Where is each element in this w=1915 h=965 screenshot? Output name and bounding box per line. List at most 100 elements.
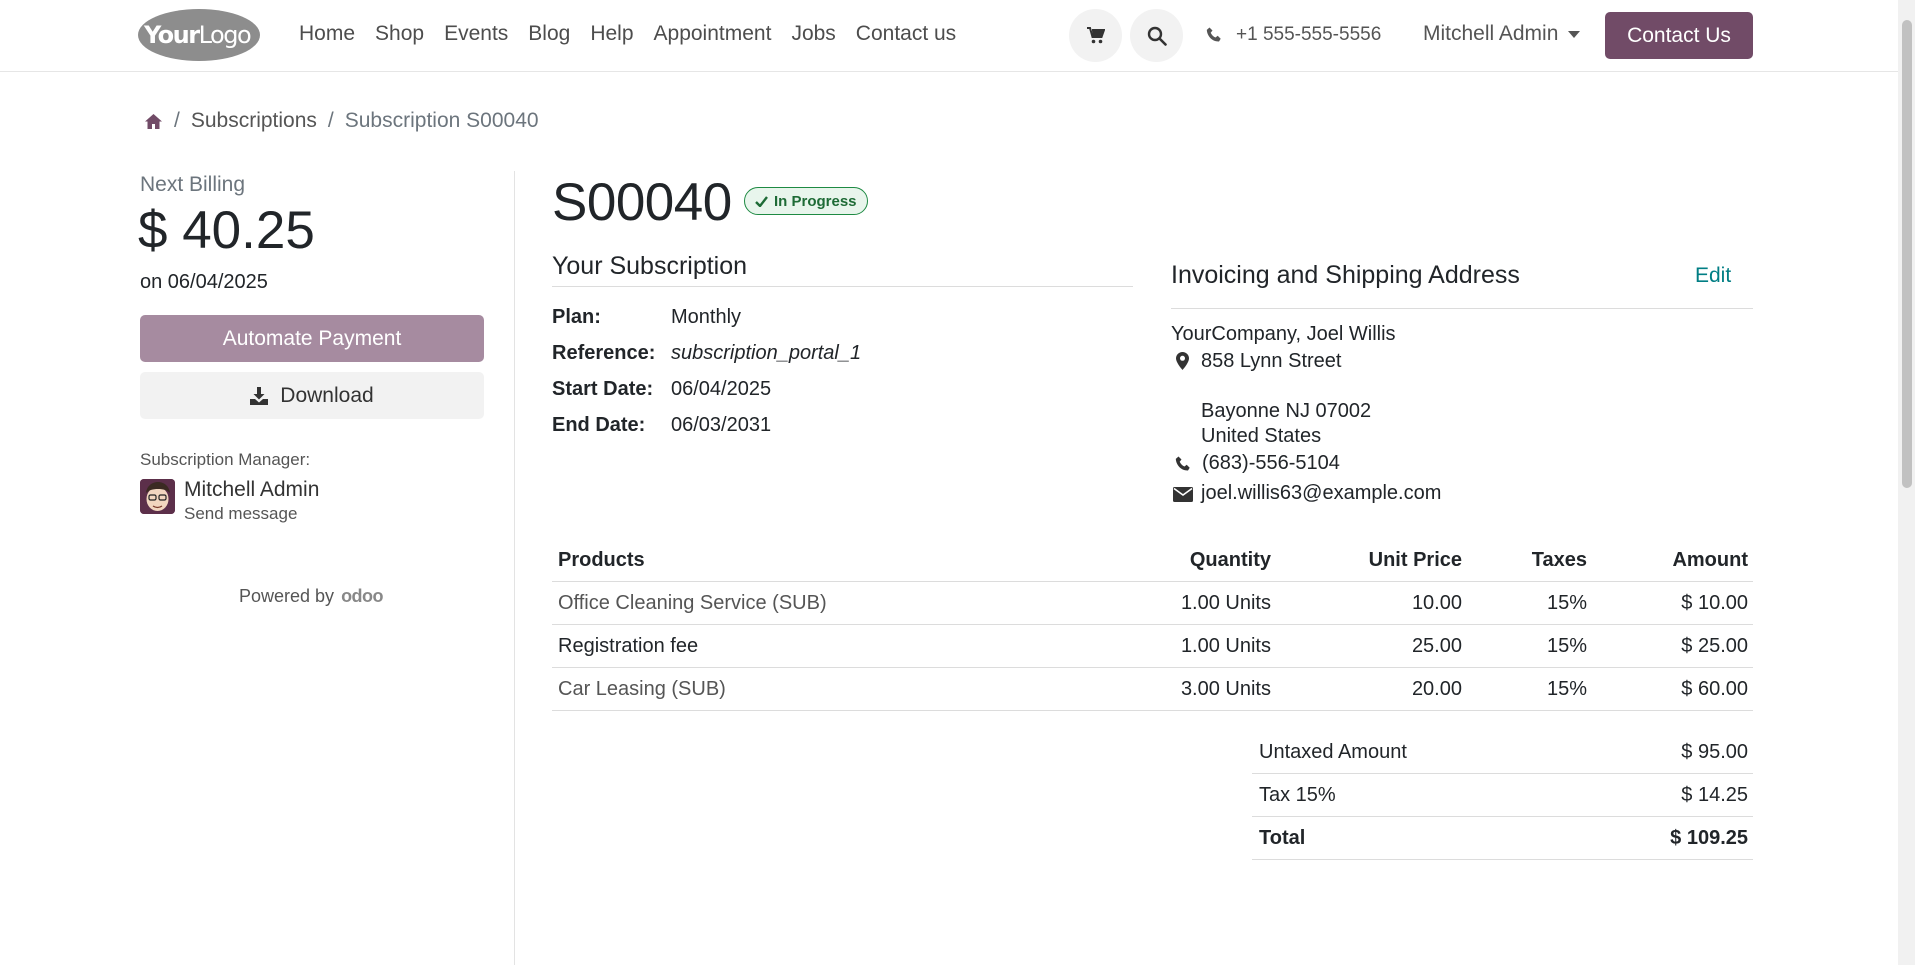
your-subscription-heading: Your Subscription: [552, 252, 748, 280]
subscription-manager-label: Subscription Manager:: [140, 450, 311, 469]
nav-appointment[interactable]: Appointment: [654, 22, 772, 46]
total-label: Total: [1259, 827, 1306, 849]
product-quantity: 3.00 Units: [1180, 678, 1271, 700]
next-billing-label: Next Billing: [140, 173, 246, 196]
nav-contact-us[interactable]: Contact us: [856, 22, 956, 46]
phone-icon: [1206, 27, 1221, 42]
user-menu[interactable]: Mitchell Admin: [1423, 22, 1581, 46]
powered-by: Powered by odoo: [239, 586, 384, 607]
edit-address-link[interactable]: Edit: [1695, 264, 1731, 288]
search-button[interactable]: [1130, 9, 1183, 62]
phone-icon: [1175, 456, 1190, 471]
address-country: United States: [1201, 425, 1322, 447]
logo-text-bold: Your: [144, 21, 200, 49]
totals-divider: [1252, 859, 1753, 860]
product-quantity: 1.00 Units: [1180, 592, 1271, 614]
breadcrumb-current: Subscription S00040: [344, 109, 539, 132]
product-name: Registration fee: [558, 635, 699, 657]
next-billing-date: on 06/04/2025: [140, 271, 268, 293]
status-badge: In Progress: [744, 187, 868, 215]
scrollbar-thumb[interactable]: [1902, 20, 1912, 488]
header-phone[interactable]: +1 555-555-5556: [1206, 24, 1381, 46]
breadcrumb: / Subscriptions / Subscription S00040: [144, 109, 539, 133]
nav-home[interactable]: Home: [299, 22, 355, 46]
product-tax: 15%: [1546, 592, 1587, 614]
product-tax: 15%: [1546, 678, 1587, 700]
nav-help[interactable]: Help: [590, 22, 633, 46]
column-divider: [514, 171, 515, 965]
nav-events[interactable]: Events: [444, 22, 508, 46]
subscription-number: S00040: [552, 173, 732, 232]
contact-us-button[interactable]: Contact Us: [1605, 12, 1753, 59]
breadcrumb-separator: /: [327, 109, 334, 132]
end-date-value: 06/03/2031: [671, 414, 772, 436]
address-phone: (683)-556-5104: [1202, 452, 1340, 474]
product-unit-price: 20.00: [1411, 678, 1462, 700]
breadcrumb-subscriptions[interactable]: Subscriptions: [191, 109, 317, 133]
address-heading: Invoicing and Shipping Address: [1171, 261, 1520, 289]
untaxed-amount-label: Untaxed Amount: [1259, 741, 1407, 763]
product-tax: 15%: [1546, 635, 1587, 657]
automate-payment-button[interactable]: Automate Payment: [140, 315, 484, 362]
address-street: 858 Lynn Street: [1201, 350, 1342, 372]
check-icon: [755, 195, 768, 207]
start-date-label: Start Date:: [552, 378, 654, 400]
download-icon: [250, 386, 269, 405]
nav-jobs[interactable]: Jobs: [791, 22, 835, 46]
end-date-label: End Date:: [552, 414, 646, 436]
download-button[interactable]: Download: [140, 372, 484, 419]
divider: [552, 286, 1133, 287]
product-unit-price: 25.00: [1411, 635, 1462, 657]
untaxed-amount-value: $ 95.00: [1681, 741, 1748, 763]
product-name[interactable]: Car Leasing (SUB): [558, 678, 726, 701]
address-email[interactable]: joel.willis63@example.com: [1201, 482, 1441, 505]
quantity-header: Quantity: [1189, 549, 1271, 571]
caret-down-icon: [1568, 30, 1581, 38]
products-header: Products: [558, 549, 645, 571]
main-nav: Home Shop Events Blog Help Appointment J…: [299, 22, 976, 46]
nav-shop[interactable]: Shop: [375, 22, 424, 46]
scrollbar[interactable]: [1898, 0, 1915, 965]
top-navbar: YourLogo Home Shop Events Blog Help Appo…: [0, 0, 1898, 72]
map-marker-icon: [1176, 352, 1189, 370]
total-value: $ 109.25: [1670, 827, 1748, 849]
plan-label: Plan:: [552, 306, 601, 328]
taxes-header: Taxes: [1531, 549, 1587, 571]
tax-label: Tax 15%: [1259, 784, 1336, 806]
home-icon[interactable]: [144, 113, 163, 130]
cart-button[interactable]: [1069, 9, 1122, 62]
product-amount: $ 10.00: [1681, 592, 1748, 614]
user-name: Mitchell Admin: [1423, 22, 1559, 45]
avatar: [140, 479, 175, 514]
company-logo[interactable]: YourLogo: [138, 9, 260, 61]
logo-text-light: Logo: [198, 21, 252, 49]
product-unit-price: 10.00: [1411, 592, 1462, 614]
address-city: Bayonne NJ 07002: [1201, 400, 1372, 422]
product-amount: $ 25.00: [1681, 635, 1748, 657]
table-header-rule: [552, 581, 1753, 582]
send-message-link[interactable]: Send message: [184, 504, 297, 524]
address-name: YourCompany, Joel Willis: [1171, 323, 1396, 345]
manager-name: Mitchell Admin: [184, 478, 320, 501]
divider: [1171, 308, 1753, 309]
reference-value: subscription_portal_1: [671, 342, 862, 364]
search-icon: [1147, 26, 1167, 46]
product-quantity: 1.00 Units: [1180, 635, 1271, 657]
row-divider: [552, 710, 1753, 711]
totals-divider: [1252, 773, 1753, 774]
product-amount: $ 60.00: [1681, 678, 1748, 700]
odoo-logo[interactable]: odoo: [341, 586, 383, 607]
reference-label: Reference:: [552, 342, 656, 364]
row-divider: [552, 624, 1753, 625]
amount-header: Amount: [1672, 549, 1748, 571]
product-name[interactable]: Office Cleaning Service (SUB): [558, 592, 827, 615]
tax-value: $ 14.25: [1681, 784, 1748, 806]
plan-value: Monthly: [671, 306, 742, 328]
nav-blog[interactable]: Blog: [528, 22, 570, 46]
download-label: Download: [280, 383, 374, 407]
cart-icon: [1086, 27, 1105, 44]
totals-divider: [1252, 816, 1753, 817]
breadcrumb-separator: /: [174, 109, 180, 132]
powered-by-label: Powered by: [239, 586, 335, 606]
unit-price-header: Unit Price: [1368, 549, 1462, 571]
